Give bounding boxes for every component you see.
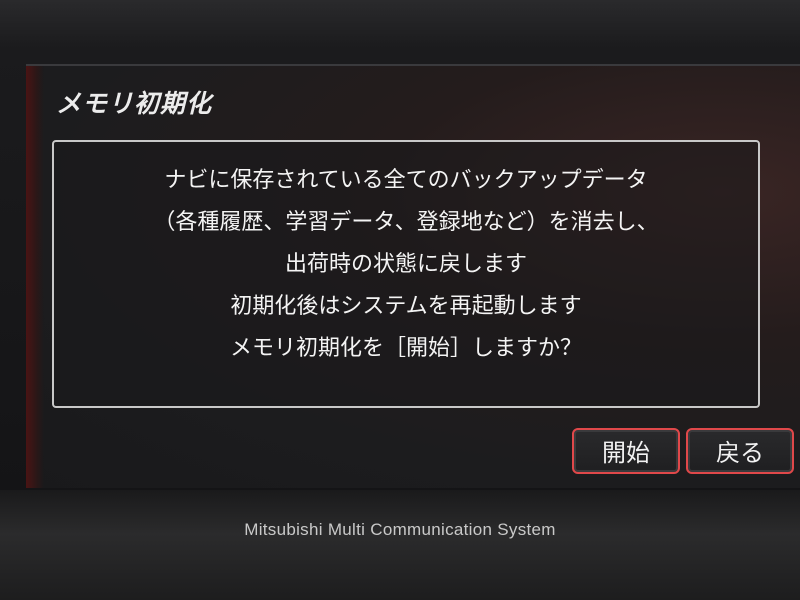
navigation-screen: メモリ初期化 ナビに保存されている全てのバックアップデータ （各種履歴、学習デー… [26, 64, 800, 488]
brand-label: Mitsubishi Multi Communication System [244, 520, 556, 539]
message-line: 出荷時の状態に戻します [284, 252, 527, 277]
confirmation-dialog: ナビに保存されている全てのバックアップデータ （各種履歴、学習データ、登録地など… [52, 140, 760, 408]
screen-title: メモリ初期化 [56, 89, 213, 118]
device-bottom-panel [0, 490, 800, 600]
start-button[interactable]: 開始 [572, 428, 680, 474]
message-line: メモリ初期化を［開始］しますか？ [229, 336, 582, 361]
message-line: ナビに保存されている全てのバックアップデータ [164, 168, 648, 193]
dialog-message: ナビに保存されている全てのバックアップデータ （各種履歴、学習データ、登録地など… [54, 160, 758, 370]
back-button[interactable]: 戻る [686, 428, 794, 474]
message-line: （各種履歴、学習データ、登録地など）を消去し、 [153, 210, 659, 235]
message-line: 初期化後はシステムを再起動します [230, 294, 582, 319]
